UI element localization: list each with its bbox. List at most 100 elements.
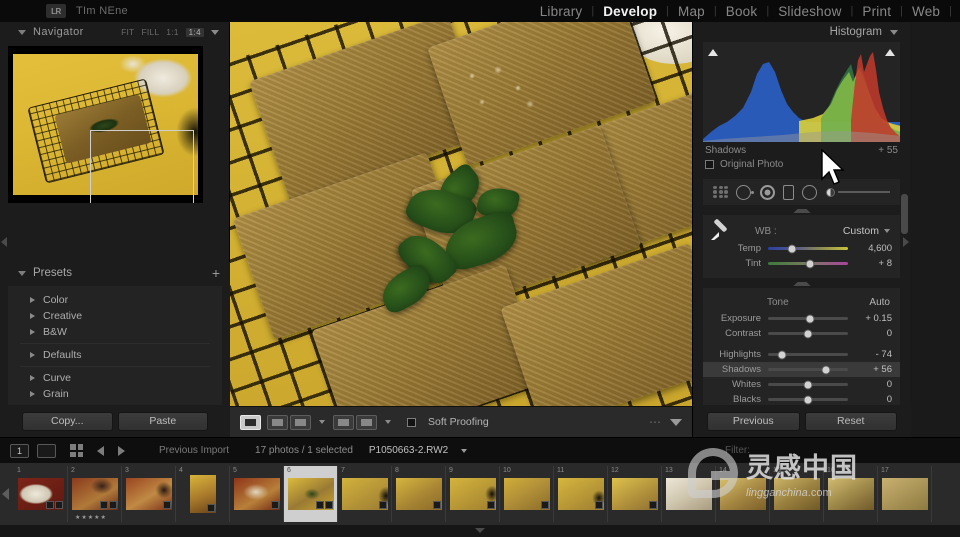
- slider-knob-icon[interactable]: [821, 365, 831, 374]
- add-preset-icon[interactable]: +: [212, 266, 220, 280]
- module-map[interactable]: Map: [669, 4, 714, 19]
- zoom-fill-button[interactable]: FILL: [141, 27, 159, 37]
- module-slideshow[interactable]: Slideshow: [769, 4, 850, 19]
- filmstrip-scroll-left-icon[interactable]: [2, 488, 9, 500]
- filmstrip-thumbnail-selected[interactable]: 6: [284, 466, 338, 522]
- chevron-down-icon[interactable]: [890, 29, 898, 35]
- toolbar-overflow-icon[interactable]: ⋯: [649, 415, 661, 429]
- slider-track[interactable]: [768, 259, 848, 268]
- slider-shadows[interactable]: Shadows + 56: [703, 362, 900, 377]
- original-photo-row[interactable]: Original Photo: [693, 156, 910, 173]
- filmstrip-thumbnail[interactable]: 4: [176, 466, 230, 522]
- chevron-down-icon[interactable]: [385, 420, 391, 424]
- next-photo-icon[interactable]: [118, 445, 125, 456]
- loupe-view-icon[interactable]: [240, 414, 261, 430]
- soft-proofing-checkbox[interactable]: [407, 417, 416, 427]
- presets-header[interactable]: Presets +: [0, 262, 230, 284]
- before-after-split-icon[interactable]: [290, 414, 311, 430]
- slider-track[interactable]: [768, 350, 848, 359]
- slider-track[interactable]: [837, 191, 890, 193]
- slider-value[interactable]: 0: [854, 328, 892, 339]
- filter-label[interactable]: Filter:: [725, 445, 750, 456]
- filmstrip-thumbnail[interactable]: 3: [122, 466, 176, 522]
- right-panel-collapse-icon[interactable]: [903, 237, 909, 247]
- filmstrip-thumbnail[interactable]: 8: [392, 466, 446, 522]
- copy-settings-icon[interactable]: [333, 414, 354, 430]
- slider-value[interactable]: - 74: [854, 349, 892, 360]
- chevron-down-icon[interactable]: [18, 270, 26, 276]
- before-after-icon[interactable]: [267, 414, 288, 430]
- preset-group-creative[interactable]: Creative: [8, 308, 222, 324]
- histogram-graph[interactable]: [703, 42, 900, 142]
- slider-value[interactable]: + 56: [854, 364, 892, 375]
- filmstrip-thumbnail[interactable]: 13: [662, 466, 716, 522]
- navigator-header[interactable]: Navigator FIT FILL 1:1 1:4: [0, 22, 229, 42]
- slider-value[interactable]: 0: [854, 379, 892, 390]
- filmstrip-thumbnail[interactable]: 2 ★★★★★: [68, 466, 122, 522]
- module-book[interactable]: Book: [717, 4, 767, 19]
- radial-gradient-icon[interactable]: [802, 184, 818, 200]
- filmstrip-thumbnail[interactable]: 9: [446, 466, 500, 522]
- module-web[interactable]: Web: [903, 4, 949, 19]
- spot-removal-icon[interactable]: [736, 184, 755, 200]
- zoom-one-to-one-button[interactable]: 1:1: [166, 27, 178, 37]
- right-panel-scrollbar[interactable]: [901, 194, 908, 234]
- slider-knob-icon[interactable]: [787, 244, 797, 253]
- eyedropper-icon[interactable]: [709, 220, 731, 242]
- second-window-icon[interactable]: [37, 443, 56, 458]
- slider-knob-icon[interactable]: [805, 314, 815, 323]
- filmstrip-collapse-icon[interactable]: [475, 528, 485, 533]
- filmstrip-thumbnail[interactable]: 16: [824, 466, 878, 522]
- slider-knob-icon[interactable]: [803, 329, 813, 338]
- compare-view-group[interactable]: [267, 414, 311, 430]
- thumbnail-rating[interactable]: ★★★★★: [75, 514, 107, 521]
- slider-knob-icon[interactable]: [825, 187, 835, 197]
- preset-group-grain[interactable]: Grain: [8, 386, 222, 402]
- slider-value[interactable]: + 0.15: [854, 313, 892, 324]
- masking-amount-slider[interactable]: [825, 187, 890, 197]
- filmstrip-thumbnail[interactable]: 11: [554, 466, 608, 522]
- copy-button[interactable]: Copy...: [22, 411, 113, 431]
- main-photo-preview[interactable]: [230, 22, 692, 406]
- preset-group-defaults[interactable]: Defaults: [8, 347, 222, 363]
- paste-button[interactable]: Paste: [117, 411, 208, 431]
- navigator-preview[interactable]: [8, 46, 203, 203]
- filmstrip-thumbnail[interactable]: 14: [716, 466, 770, 522]
- reset-button[interactable]: Reset: [804, 411, 897, 431]
- slider-value[interactable]: + 8: [854, 258, 892, 269]
- filmstrip-thumbnail[interactable]: 5: [230, 466, 284, 522]
- preset-group-bw[interactable]: B&W: [8, 324, 222, 340]
- page-indicator[interactable]: 1: [10, 443, 29, 458]
- zoom-level-value[interactable]: 1:4: [185, 27, 204, 37]
- slider-temp[interactable]: Temp 4,600: [703, 241, 900, 256]
- grid-view-icon[interactable]: [70, 444, 83, 457]
- chevron-down-icon[interactable]: [884, 229, 890, 233]
- swap-settings-icon[interactable]: [356, 414, 377, 430]
- slider-value[interactable]: 4,600: [854, 243, 892, 254]
- slider-whites[interactable]: Whites 0: [703, 377, 900, 392]
- toolbar-expand-icon[interactable]: [670, 418, 682, 426]
- slider-tint[interactable]: Tint + 8: [703, 256, 900, 271]
- filmstrip-thumbnail[interactable]: 17: [878, 466, 932, 522]
- previous-photo-icon[interactable]: [97, 445, 104, 456]
- filmstrip-thumbnail[interactable]: 15: [770, 466, 824, 522]
- slider-track[interactable]: [768, 365, 848, 374]
- filmstrip-thumbnail[interactable]: 1: [14, 466, 68, 522]
- chevron-down-icon[interactable]: [18, 29, 26, 35]
- slider-highlights[interactable]: Highlights - 74: [703, 347, 900, 362]
- left-panel-collapse-icon[interactable]: [1, 237, 7, 247]
- slider-knob-icon[interactable]: [777, 350, 787, 359]
- slider-track[interactable]: [768, 380, 848, 389]
- red-eye-correction-icon[interactable]: [759, 184, 775, 200]
- slider-value[interactable]: 0: [854, 394, 892, 405]
- white-balance-row[interactable]: WB : Custom: [703, 221, 900, 241]
- current-filename[interactable]: P1050663-2.RW2: [369, 445, 448, 456]
- module-library[interactable]: Library: [531, 4, 592, 19]
- original-photo-checkbox[interactable]: [705, 160, 714, 169]
- slider-knob-icon[interactable]: [803, 380, 813, 389]
- previous-button[interactable]: Previous: [707, 411, 800, 431]
- filmstrip-thumbnail[interactable]: 7: [338, 466, 392, 522]
- chevron-down-icon[interactable]: [319, 420, 325, 424]
- filmstrip-thumbnail[interactable]: 12: [608, 466, 662, 522]
- auto-tone-button[interactable]: Auto: [869, 297, 890, 308]
